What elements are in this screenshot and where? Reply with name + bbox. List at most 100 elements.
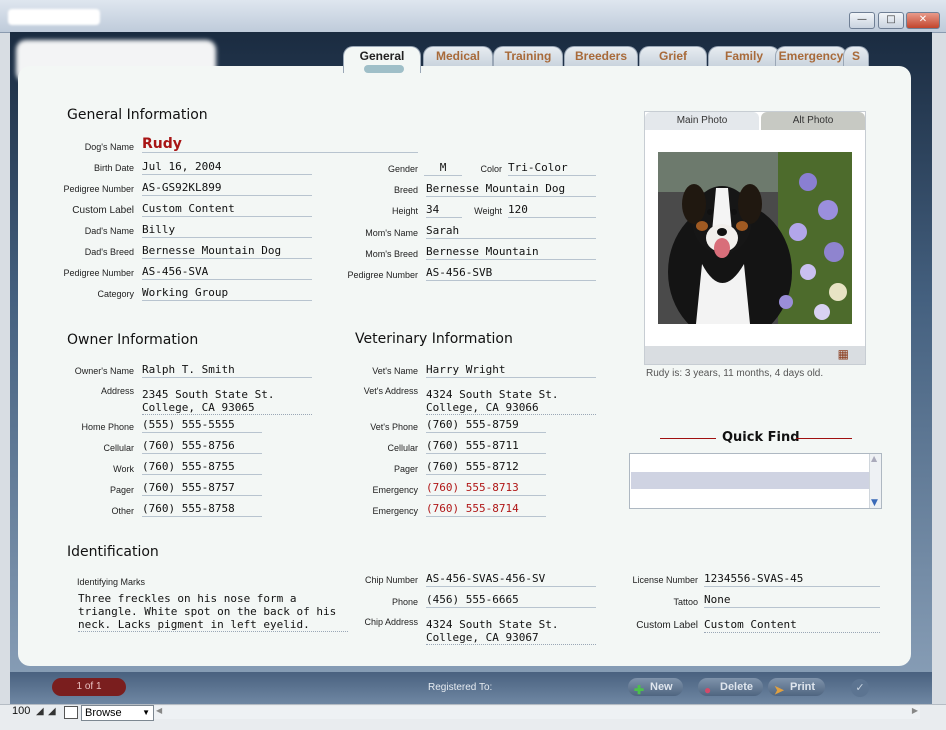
gender-field[interactable]: M [424, 161, 462, 176]
check-icon[interactable]: ✓ [851, 679, 869, 697]
dads-name-field[interactable]: Billy [142, 223, 312, 238]
chip-address-field[interactable]: 4324 South State St. College, CA 93067 [426, 618, 596, 645]
home-phone-label: Home Phone [81, 422, 134, 432]
horizontal-scrollbar[interactable]: ◀ ▶ [154, 706, 920, 719]
minimize-button[interactable]: — [849, 12, 875, 29]
chip-phone-field[interactable]: (456) 555-6665 [426, 593, 596, 608]
work-phone-field[interactable]: (760) 555-8755 [142, 460, 262, 475]
photo-toolbar: ▦ [645, 346, 865, 364]
pedigree-label: Pedigree Number [63, 184, 134, 194]
moms-breed-field[interactable]: Bernesse Mountain [426, 245, 596, 260]
id-custom-label-field[interactable]: Custom Content [704, 618, 880, 633]
chip-address-label: Chip Address [364, 617, 418, 627]
owner-name-field[interactable]: Ralph T. Smith [142, 363, 312, 378]
registered-to-label: Registered To: [428, 682, 493, 693]
owner-address-field[interactable]: 2345 South State St. College, CA 93065 [142, 388, 312, 415]
dog-age-text: Rudy is: 3 years, 11 months, 4 days old. [646, 368, 824, 379]
plus-icon: ✚ [634, 683, 645, 697]
vet-pager-field[interactable]: (760) 555-8712 [426, 460, 546, 475]
birth-date-field[interactable]: Jul 16, 2004 [142, 160, 312, 175]
vet-address-line1: 4324 South State St. [426, 388, 559, 401]
tab-main-photo[interactable]: Main Photo [645, 112, 759, 130]
color-label: Color [480, 164, 502, 174]
height-field[interactable]: 34 [426, 203, 462, 218]
scroll-down-icon[interactable]: ▼ [871, 498, 878, 508]
color-field[interactable]: Tri-Color [508, 161, 596, 176]
dog-name-field[interactable]: Rudy [142, 136, 418, 153]
mode-select-value: Browse [85, 707, 122, 719]
edit-photo-icon[interactable]: ▦ [838, 347, 849, 361]
category-label: Category [97, 289, 134, 299]
dads-breed-label: Dad's Breed [84, 247, 134, 257]
work-phone-label: Work [113, 464, 134, 474]
breed-label: Breed [393, 185, 418, 195]
owner-pager-field[interactable]: (760) 555-8757 [142, 481, 262, 496]
home-phone-field[interactable]: (555) 555-5555 [142, 418, 262, 433]
chip-number-field[interactable]: AS-456-SVAS-456-SV [426, 572, 596, 587]
zoom-level[interactable]: 100 [12, 705, 30, 717]
zoom-in-icon[interactable]: ◢ [48, 706, 56, 717]
tab-alt-photo[interactable]: Alt Photo [761, 112, 865, 130]
birth-date-label: Birth Date [93, 163, 134, 173]
vet-emergency-field-1[interactable]: (760) 555-8713 [426, 481, 546, 496]
quickfind-title: Quick Find [722, 430, 800, 445]
owner-cell-field[interactable]: (760) 555-8756 [142, 439, 262, 454]
custom-label-field[interactable]: Custom Content [142, 202, 312, 217]
maximize-button[interactable]: □ [878, 12, 904, 29]
dog-photo[interactable] [658, 152, 852, 324]
breed-field[interactable]: Bernesse Mountain Dog [426, 182, 596, 197]
identifying-marks-field[interactable]: Three freckles on his nose form a triang… [78, 592, 348, 632]
status-toggle-icon[interactable] [64, 706, 78, 719]
dog-name-label: Dog's Name [84, 142, 134, 152]
delete-button[interactable]: ● Delete [698, 678, 764, 697]
new-button[interactable]: ✚ New [628, 678, 683, 697]
identification-title: Identification [67, 544, 159, 560]
owner-address-line1: 2345 South State St. [142, 388, 275, 401]
vet-name-field[interactable]: Harry Wright [426, 363, 596, 378]
pedigree-field[interactable]: AS-GS92KL899 [142, 181, 312, 196]
moms-name-label: Mom's Name [365, 228, 418, 238]
owner-info-title: Owner Information [67, 332, 199, 348]
tab-general[interactable]: General [343, 46, 421, 73]
scroll-up-icon[interactable]: ▲ [871, 454, 877, 463]
close-button[interactable]: ✕ [906, 12, 940, 29]
vet-emergency-label-1: Emergency [372, 485, 418, 495]
print-button-label: Print [790, 681, 816, 693]
zoom-out-icon[interactable]: ◢ [36, 706, 44, 717]
tattoo-label: Tattoo [673, 597, 698, 607]
category-field[interactable]: Working Group [142, 286, 312, 301]
chip-phone-label: Phone [391, 597, 418, 607]
vet-phone-label: Vet's Phone [370, 422, 418, 432]
quickfind-selected-row[interactable] [631, 472, 869, 489]
quickfind-list[interactable]: ▲ ▼ [629, 453, 882, 509]
dads-breed-field[interactable]: Bernesse Mountain Dog [142, 244, 312, 259]
scroll-left-icon[interactable]: ◀ [156, 706, 162, 715]
owner-pager-label: Pager [109, 485, 134, 495]
moms-breed-label: Mom's Breed [365, 249, 418, 259]
delete-button-label: Delete [720, 681, 754, 693]
vet-phone-field[interactable]: (760) 555-8759 [426, 418, 546, 433]
weight-field[interactable]: 120 [508, 203, 596, 218]
chevron-down-icon: ▼ [142, 708, 150, 717]
vet-cell-field[interactable]: (760) 555-8711 [426, 439, 546, 454]
dad-pedigree-field[interactable]: AS-456-SVA [142, 265, 312, 280]
mom-pedigree-field[interactable]: AS-456-SVB [426, 266, 596, 281]
quickfind-rule-right [796, 438, 852, 439]
owner-name-label: Owner's Name [74, 366, 134, 376]
vet-address-field[interactable]: 4324 South State St. College, CA 93066 [426, 388, 596, 415]
window-titlebar: — □ ✕ [0, 0, 946, 33]
license-number-field[interactable]: 1234556-SVAS-45 [704, 572, 880, 587]
dads-name-label: Dad's Name [84, 226, 134, 236]
print-button[interactable]: ➤ Print [768, 678, 826, 697]
moms-name-field[interactable]: Sarah [426, 224, 596, 239]
vet-info-title: Veterinary Information [355, 331, 513, 347]
quickfind-scrollbar[interactable]: ▲ ▼ [869, 454, 881, 508]
mode-select[interactable]: Browse ▼ [81, 705, 154, 721]
vet-emergency-field-2[interactable]: (760) 555-8714 [426, 502, 546, 517]
delete-icon: ● [704, 683, 712, 697]
scroll-right-icon[interactable]: ▶ [912, 706, 918, 715]
tattoo-field[interactable]: None [704, 593, 880, 608]
bone-icon [364, 65, 404, 73]
other-phone-field[interactable]: (760) 555-8758 [142, 502, 262, 517]
gender-label: Gender [387, 164, 418, 174]
